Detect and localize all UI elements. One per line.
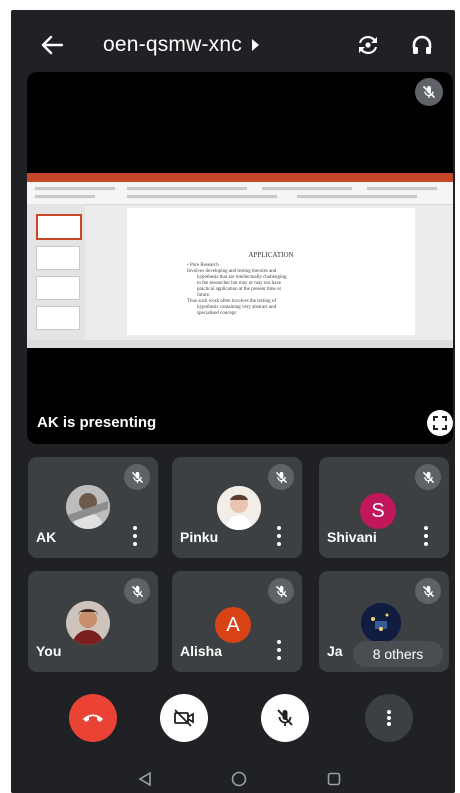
participant-tile[interactable]: S Shivani bbox=[319, 457, 449, 558]
back-button[interactable] bbox=[35, 28, 69, 62]
switch-camera-button[interactable] bbox=[351, 28, 385, 62]
profile-photo bbox=[66, 485, 110, 529]
avatar bbox=[217, 486, 261, 530]
more-vert-icon bbox=[387, 710, 391, 726]
end-call-icon bbox=[83, 714, 103, 722]
presentation-mute-indicator bbox=[415, 78, 443, 106]
mic-off-icon bbox=[422, 85, 436, 99]
audio-output-button[interactable] bbox=[405, 28, 439, 62]
more-options-button[interactable] bbox=[365, 694, 413, 742]
mic-off-icon bbox=[422, 585, 434, 597]
avatar bbox=[66, 485, 110, 529]
mic-toggle-button[interactable] bbox=[261, 694, 309, 742]
end-call-button[interactable] bbox=[69, 694, 117, 742]
switch-camera-icon bbox=[359, 35, 377, 55]
participant-name: You bbox=[36, 643, 62, 659]
nav-home-button[interactable] bbox=[230, 770, 248, 788]
presentation-view[interactable]: APPLICATION • Pure Research Involves dev… bbox=[27, 72, 453, 444]
headphones-icon bbox=[412, 35, 432, 54]
mic-off-icon bbox=[131, 471, 143, 483]
participant-tile[interactable]: Pinku bbox=[172, 457, 302, 558]
app-title-bar bbox=[27, 173, 453, 182]
app-ribbon bbox=[27, 182, 453, 205]
participant-mute-indicator bbox=[415, 464, 441, 490]
fullscreen-icon bbox=[433, 416, 447, 430]
profile-photo bbox=[361, 603, 401, 643]
participant-mute-indicator bbox=[268, 464, 294, 490]
slide-title: APPLICATION bbox=[248, 251, 294, 259]
nav-recents-icon bbox=[327, 772, 341, 786]
mic-off-icon bbox=[422, 471, 434, 483]
shared-screen: APPLICATION • Pure Research Involves dev… bbox=[27, 173, 453, 348]
avatar: A bbox=[215, 607, 251, 643]
participant-mute-indicator bbox=[415, 578, 441, 604]
mic-off-icon bbox=[275, 471, 287, 483]
slide-canvas: APPLICATION • Pure Research Involves dev… bbox=[127, 208, 415, 335]
meeting-code: oen-qsmw-xnc bbox=[103, 33, 242, 56]
participant-name: AK bbox=[36, 529, 57, 545]
slide-thumbnails bbox=[27, 204, 85, 340]
mic-off-icon bbox=[275, 585, 287, 597]
caret-right-icon bbox=[251, 39, 259, 51]
profile-photo bbox=[217, 486, 261, 530]
slide-line: specialised concept. bbox=[197, 311, 237, 316]
app-status-bar bbox=[27, 340, 453, 348]
nav-home-icon bbox=[231, 771, 247, 787]
avatar-initial: S bbox=[371, 499, 385, 522]
avatar bbox=[361, 603, 401, 643]
participant-more-button[interactable] bbox=[276, 526, 282, 546]
nav-back-icon bbox=[138, 772, 151, 786]
meeting-code-selector[interactable]: oen-qsmw-xnc bbox=[103, 30, 259, 60]
avatar-initial: A bbox=[226, 613, 240, 636]
participant-mute-indicator bbox=[124, 464, 150, 490]
participant-more-button[interactable] bbox=[276, 640, 282, 660]
participant-more-button[interactable] bbox=[132, 526, 138, 546]
fullscreen-button[interactable] bbox=[427, 410, 453, 436]
back-arrow-icon bbox=[41, 35, 63, 55]
participant-tile[interactable]: Ja 8 others bbox=[319, 571, 449, 672]
camera-toggle-button[interactable] bbox=[160, 694, 208, 742]
meet-screen: oen-qsmw-xnc APPLICATION • Pure Research… bbox=[11, 10, 455, 793]
profile-photo bbox=[66, 601, 110, 645]
participant-name: Shivani bbox=[327, 529, 377, 545]
participant-mute-indicator bbox=[124, 578, 150, 604]
nav-back-button[interactable] bbox=[136, 770, 154, 788]
participant-tile[interactable]: AK bbox=[28, 457, 158, 558]
top-bar: oen-qsmw-xnc bbox=[11, 10, 455, 76]
slide-thumbnail bbox=[36, 246, 80, 270]
system-nav-bar bbox=[11, 762, 455, 793]
mic-off-icon bbox=[131, 585, 143, 597]
slide-thumbnail bbox=[36, 214, 82, 240]
nav-recents-button[interactable] bbox=[325, 770, 343, 788]
avatar bbox=[66, 601, 110, 645]
other-participants-button[interactable]: 8 others bbox=[353, 641, 443, 667]
slide-thumbnail bbox=[36, 276, 80, 300]
camera-off-icon bbox=[174, 709, 194, 727]
slide-thumbnail bbox=[36, 306, 80, 330]
mic-off-icon bbox=[277, 709, 293, 726]
participant-tile[interactable]: You bbox=[28, 571, 158, 672]
participant-more-button[interactable] bbox=[423, 526, 429, 546]
participant-mute-indicator bbox=[268, 578, 294, 604]
avatar: S bbox=[360, 493, 396, 529]
participant-name: Alisha bbox=[180, 643, 223, 659]
participant-name: Ja bbox=[327, 643, 343, 659]
participant-tile[interactable]: A Alisha bbox=[172, 571, 302, 672]
participant-name: Pinku bbox=[180, 529, 219, 545]
presenter-label: AK is presenting bbox=[37, 414, 157, 431]
